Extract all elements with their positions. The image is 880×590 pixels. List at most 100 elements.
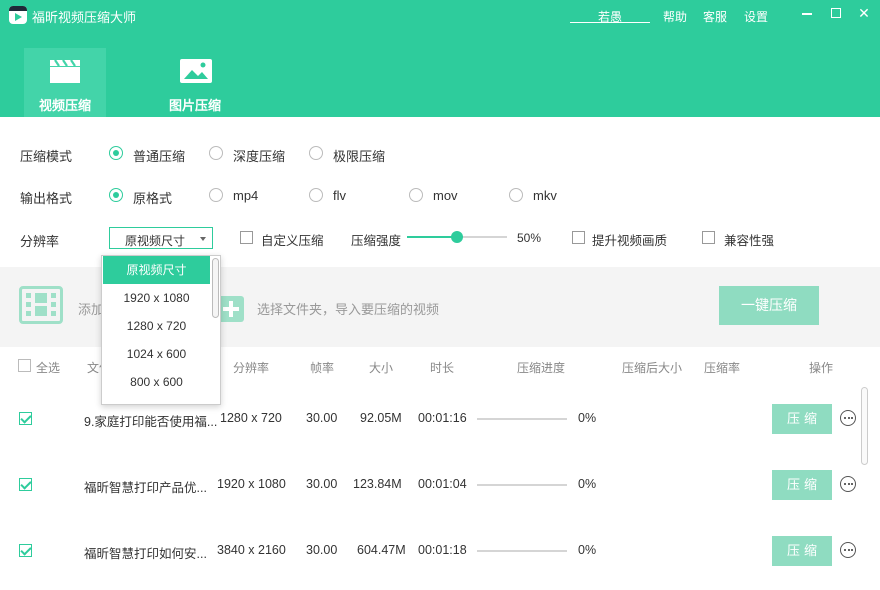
help-link[interactable]: 帮助 — [663, 8, 687, 25]
progress-text: 0% — [578, 477, 597, 491]
minimize-icon[interactable] — [795, 2, 819, 24]
strength-slider-thumb[interactable] — [451, 231, 463, 243]
strength-value: 50% — [517, 231, 542, 245]
tab-video-compress[interactable]: 视频压缩 — [24, 48, 106, 117]
resolution-label: 分辨率 — [20, 234, 60, 249]
file-name: 9.家庭打印能否使用福... — [84, 415, 218, 429]
vip-underline — [570, 22, 650, 23]
file-resolution: 1920 x 1080 — [217, 477, 286, 491]
row-checkbox[interactable] — [19, 544, 32, 557]
more-options-icon[interactable] — [840, 410, 856, 426]
format-radio-mov[interactable] — [409, 188, 423, 202]
file-size: 123.84M — [353, 477, 402, 491]
header-fps: 帧率 — [310, 361, 335, 375]
format-label: 输出格式 — [20, 191, 73, 206]
resolution-option[interactable]: 1920 x 1080 — [103, 284, 210, 312]
tab-image-compress[interactable]: 图片压缩 — [154, 48, 236, 117]
strength-label: 压缩强度 — [351, 234, 402, 248]
resolution-option[interactable]: 1024 x 600 — [103, 340, 210, 368]
table-scrollbar[interactable] — [861, 387, 868, 465]
file-size: 92.05M — [360, 411, 402, 425]
format-radio-original[interactable] — [109, 188, 123, 202]
more-options-icon[interactable] — [840, 542, 856, 558]
file-size: 604.47M — [357, 543, 406, 557]
custom-compress-label: 自定义压缩 — [261, 234, 324, 248]
more-options-icon[interactable] — [840, 476, 856, 492]
resolution-option[interactable]: 720 x 576 — [103, 396, 210, 404]
close-icon[interactable]: ✕ — [852, 2, 876, 24]
header-duration: 时长 — [430, 361, 455, 375]
file-resolution: 3840 x 2160 — [217, 543, 286, 557]
video-file-icon — [19, 286, 63, 324]
service-link[interactable]: 客服 — [703, 8, 727, 25]
enhance-quality-label: 提升视频画质 — [592, 234, 668, 248]
compress-button[interactable]: 压缩 — [772, 404, 832, 434]
format-radio-mp4[interactable] — [209, 188, 223, 202]
mode-radio-extreme[interactable] — [309, 146, 323, 160]
file-fps: 30.00 — [306, 543, 338, 557]
progress-text: 0% — [578, 411, 597, 425]
format-option-label: mov — [433, 188, 458, 203]
maximize-icon[interactable] — [824, 2, 848, 24]
format-radio-mkv[interactable] — [509, 188, 523, 202]
select-all-checkbox[interactable] — [18, 359, 31, 372]
title-bar: 福昕视频压缩大师 若愚 帮助 客服 设置 ✕ 视频压缩 图片压缩 — [0, 0, 880, 117]
add-folder-icon[interactable] — [218, 296, 244, 322]
enhance-quality-checkbox[interactable] — [572, 231, 585, 244]
progress-bar — [477, 550, 567, 552]
header-resolution: 分辨率 — [233, 361, 270, 375]
mode-option-label: 深度压缩 — [233, 149, 286, 164]
header-progress: 压缩进度 — [517, 361, 566, 375]
format-option-label: mp4 — [233, 188, 259, 203]
mode-option-label: 极限压缩 — [333, 149, 386, 164]
compress-button[interactable]: 压缩 — [772, 536, 832, 566]
app-logo-icon — [9, 6, 27, 24]
tab-label: 视频压缩 — [38, 98, 91, 113]
mode-option-label: 普通压缩 — [133, 149, 186, 164]
resolution-select[interactable]: 原视频尺寸 — [109, 227, 213, 249]
file-fps: 30.00 — [306, 411, 338, 425]
file-duration: 00:01:18 — [418, 543, 467, 557]
format-radio-flv[interactable] — [309, 188, 323, 202]
select-folder-link[interactable]: 选择文件夹，导入要压缩的视频 — [257, 299, 439, 318]
file-name: 福昕智慧打印如何安... — [84, 547, 207, 561]
resolution-dropdown: 原视频尺寸 1920 x 1080 1280 x 720 1024 x 600 … — [101, 255, 221, 405]
header-size: 大小 — [369, 361, 394, 375]
chevron-down-icon — [200, 237, 206, 241]
row-checkbox[interactable] — [19, 412, 32, 425]
format-option-label: 原格式 — [133, 191, 173, 206]
resolution-value: 原视频尺寸 — [125, 234, 186, 248]
mode-radio-normal[interactable] — [109, 146, 123, 160]
tab-label: 图片压缩 — [168, 98, 221, 113]
file-duration: 00:01:04 — [418, 477, 467, 491]
header-compressed-size: 压缩后大小 — [622, 361, 683, 375]
compat-checkbox[interactable] — [702, 231, 715, 244]
file-duration: 00:01:16 — [418, 411, 467, 425]
settings-link[interactable]: 设置 — [744, 8, 768, 25]
app-title: 福昕视频压缩大师 — [32, 10, 137, 25]
row-checkbox[interactable] — [19, 478, 32, 491]
clapperboard-icon — [50, 59, 80, 83]
format-option-label: mkv — [533, 188, 557, 203]
compress-button[interactable]: 压缩 — [772, 470, 832, 500]
compat-label: 兼容性强 — [724, 234, 775, 248]
header-ratio: 压缩率 — [704, 361, 741, 375]
dropdown-scrollbar[interactable] — [212, 258, 219, 318]
custom-compress-checkbox[interactable] — [240, 231, 253, 244]
resolution-option[interactable]: 1280 x 720 — [103, 312, 210, 340]
file-resolution: 1280 x 720 — [220, 411, 282, 425]
resolution-option[interactable]: 800 x 600 — [103, 368, 210, 396]
file-fps: 30.00 — [306, 477, 338, 491]
mode-label: 压缩模式 — [20, 149, 73, 164]
strength-slider[interactable] — [407, 231, 507, 243]
header-action: 操作 — [809, 361, 834, 375]
file-name: 福昕智慧打印产品优... — [84, 481, 207, 495]
mode-radio-deep[interactable] — [209, 146, 223, 160]
one-key-compress-button[interactable]: 一键压缩 — [719, 286, 819, 325]
progress-bar — [477, 418, 567, 420]
format-option-label: flv — [333, 188, 346, 203]
resolution-option[interactable]: 原视频尺寸 — [103, 256, 210, 284]
progress-bar — [477, 484, 567, 486]
progress-text: 0% — [578, 543, 597, 557]
image-icon — [180, 59, 212, 83]
